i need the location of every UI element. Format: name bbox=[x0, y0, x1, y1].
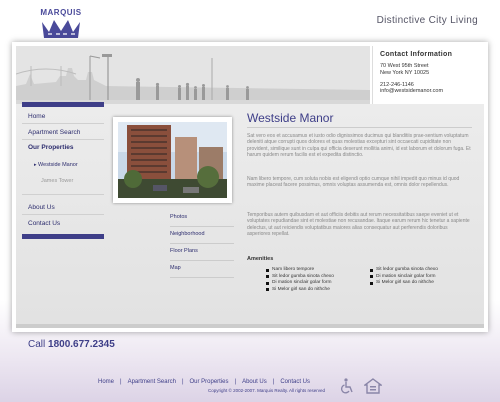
paragraph-1: Sat vero eos et accusamus et iusto odio … bbox=[247, 133, 471, 159]
link-neighborhood[interactable]: Neighborhood bbox=[170, 227, 234, 244]
equal-housing-icon bbox=[362, 378, 384, 399]
call-phone-number: 1800.677.2345 bbox=[48, 339, 115, 350]
nav-contact-us[interactable]: Contact Us bbox=[22, 216, 104, 231]
footer-link-home[interactable]: Home bbox=[98, 379, 114, 385]
call-label: Call bbox=[28, 339, 46, 350]
nav-sub-westside-manor[interactable]: ▸ Westside Manor bbox=[34, 162, 78, 168]
photo-links-list: Photos Neighborhood Floor Plans Map bbox=[170, 210, 234, 278]
frame-bottom-band bbox=[16, 324, 484, 328]
nav-our-properties[interactable]: Our Properties bbox=[22, 140, 104, 155]
footer-separator: | bbox=[272, 379, 275, 385]
handicap-accessible-icon bbox=[340, 378, 354, 399]
contact-title: Contact Information bbox=[380, 51, 453, 58]
nav-sub-westside-manor-label: Westside Manor bbox=[38, 162, 78, 168]
page-title: Westside Manor bbox=[247, 111, 334, 125]
arrow-right-icon: ▸ bbox=[34, 162, 37, 168]
footer-link-about-us[interactable]: About Us bbox=[242, 379, 267, 385]
nav-divider bbox=[22, 194, 104, 195]
brand-name: MARQUIS bbox=[40, 8, 82, 17]
nav-about-us[interactable]: About Us bbox=[22, 200, 104, 215]
property-photo[interactable] bbox=[113, 117, 232, 203]
nav-home[interactable]: Home bbox=[22, 109, 104, 124]
nav-top-bar bbox=[22, 102, 104, 107]
link-floor-plans[interactable]: Floor Plans bbox=[170, 244, 234, 261]
contact-address-line-2: New York NY 10025 bbox=[380, 70, 430, 76]
footer-nav: Home | Apartment Search | Our Properties | Abo… bbox=[98, 379, 310, 385]
link-map[interactable]: Map bbox=[170, 261, 234, 278]
amenity-item: Si Melor girl san do nithche bbox=[266, 287, 334, 294]
footer-separator: | bbox=[120, 379, 122, 385]
contact-address-line-1: 70 West 95th Street bbox=[380, 63, 429, 69]
contact-email-link[interactable]: info@westsidemanor.com bbox=[380, 88, 443, 94]
footer-separator: | bbox=[181, 379, 184, 385]
footer-link-contact-us[interactable]: Contact Us bbox=[280, 379, 310, 385]
copyright-text: Copyright © 2002-2007. Marquis Realty. A… bbox=[208, 388, 326, 393]
nav-sub-james-tower[interactable]: James Tower bbox=[41, 178, 73, 184]
footer-link-apartment-search[interactable]: Apartment Search bbox=[128, 379, 176, 385]
amenities-title: Amenities bbox=[247, 256, 274, 262]
footer-separator: | bbox=[234, 379, 237, 385]
city-banner-image bbox=[16, 46, 370, 104]
tagline: Distinctive City Living bbox=[376, 15, 478, 26]
amenity-item: Si Melor girl san do nithche bbox=[370, 280, 438, 287]
amenities-list-left: Nam libero tempore Sit ledor gumba sinot… bbox=[266, 267, 334, 293]
link-photos[interactable]: Photos bbox=[170, 210, 234, 227]
paragraph-3: Temporibus autem quibusdam et aut offici… bbox=[247, 212, 470, 238]
call-phone[interactable]: Call 1800.677.2345 bbox=[28, 339, 115, 350]
nav-bottom-bar bbox=[22, 234, 104, 239]
title-divider bbox=[247, 127, 472, 128]
footer-link-our-properties[interactable]: Our Properties bbox=[190, 379, 229, 385]
nav-apartment-search[interactable]: Apartment Search bbox=[22, 125, 104, 140]
amenities-list-right: Sit ledor gumba sinota chexo Di mation s… bbox=[370, 267, 438, 287]
crown-icon bbox=[42, 20, 80, 38]
paragraph-2: Nam libero tempore, cum soluta nobis est… bbox=[247, 176, 460, 189]
